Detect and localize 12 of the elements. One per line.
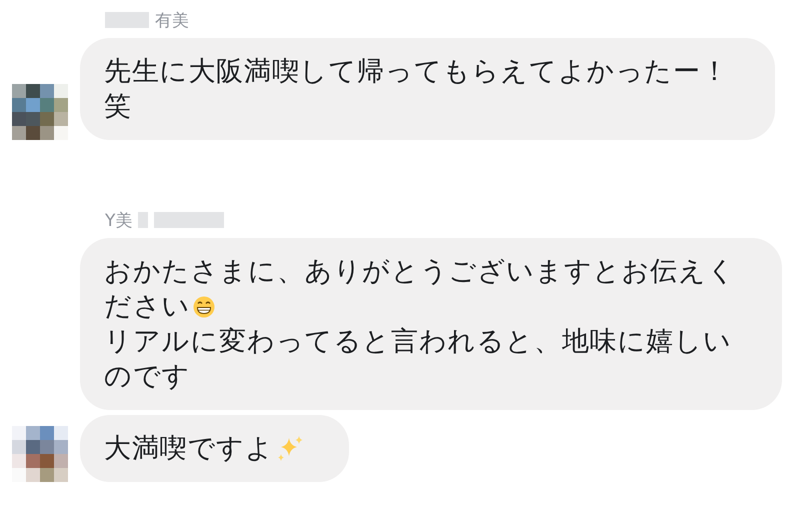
message-text: リアルに変わってると言われると、地味に嬉しい — [104, 325, 732, 359]
grinning-face-icon — [192, 294, 216, 318]
message-text: 大満喫ですよ — [104, 432, 274, 466]
sparkles-icon — [276, 436, 303, 462]
message-text: おかたさまに、ありがとうございますとお伝えく — [104, 255, 736, 289]
message-text: 笑 — [104, 90, 132, 124]
redacted-name-block — [138, 212, 148, 228]
message-text: ださい — [104, 290, 190, 324]
sender-name: Y美 — [105, 210, 132, 232]
message-text: 先生に大阪満喫して帰ってもらえてよかったー！ — [104, 55, 729, 89]
message-text: のです — [104, 360, 190, 394]
sender-name: 有美 — [155, 10, 189, 32]
